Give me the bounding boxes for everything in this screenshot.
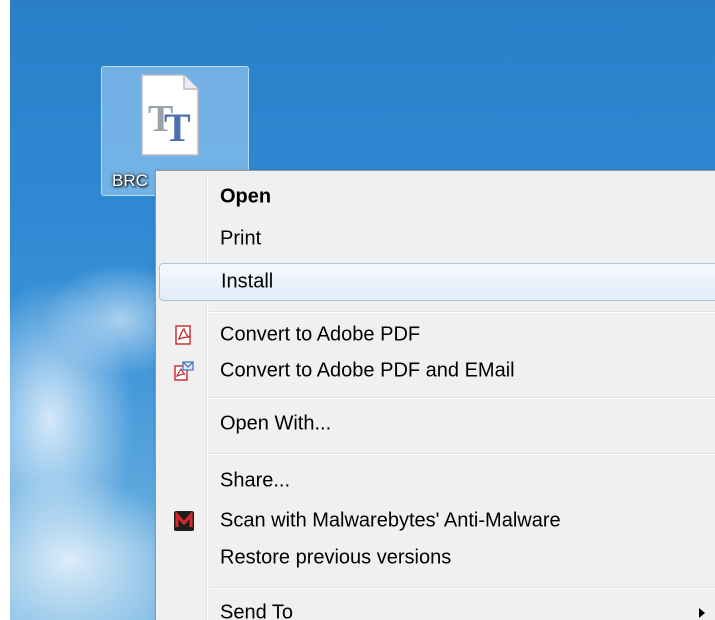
menu-item-label: Open With... xyxy=(220,412,332,435)
menu-item-label: Share... xyxy=(220,469,291,492)
desktop-background: T T BRC Open Print Install Convert to Ad… xyxy=(10,0,715,620)
context-menu: Open Print Install Convert to Adobe PDF … xyxy=(155,170,715,620)
menu-item-label: Install xyxy=(221,270,274,293)
truetype-font-file-icon: T T xyxy=(141,74,199,156)
menu-item-convert-to-adobe-pdf[interactable]: Convert to Adobe PDF xyxy=(159,317,715,353)
menu-item-label: Print xyxy=(220,227,262,250)
menu-separator xyxy=(210,311,715,313)
menu-item-scan-with-malwarebytes[interactable]: Scan with Malwarebytes' Anti-Malware xyxy=(159,503,715,539)
menu-separator xyxy=(210,453,715,455)
menu-separator xyxy=(210,397,715,399)
menu-item-share[interactable]: Share... xyxy=(159,463,715,499)
menu-item-print[interactable]: Print xyxy=(159,221,715,257)
menu-item-label: Scan with Malwarebytes' Anti-Malware xyxy=(220,509,561,532)
menu-item-label: Convert to Adobe PDF xyxy=(220,323,421,346)
menu-separator xyxy=(210,587,715,589)
menu-item-install[interactable]: Install xyxy=(159,263,715,301)
submenu-arrow-icon xyxy=(699,608,705,618)
menu-item-label: Restore previous versions xyxy=(220,546,452,569)
menu-item-restore-previous-versions[interactable]: Restore previous versions xyxy=(159,540,715,576)
menu-item-label: Convert to Adobe PDF and EMail xyxy=(220,359,515,382)
malwarebytes-icon xyxy=(174,511,194,531)
adobe-pdf-icon xyxy=(175,325,192,345)
menu-item-label: Open xyxy=(220,185,272,208)
menu-item-convert-to-adobe-pdf-and-email[interactable]: Convert to Adobe PDF and EMail xyxy=(159,353,715,389)
adobe-pdf-email-icon xyxy=(174,361,194,381)
menu-item-open[interactable]: Open xyxy=(159,179,715,215)
file-name-label: BRC xyxy=(112,171,148,190)
menu-item-send-to[interactable]: Send To xyxy=(159,595,715,620)
menu-item-open-with[interactable]: Open With... xyxy=(159,406,715,442)
svg-text:T: T xyxy=(164,105,191,150)
menu-item-label: Send To xyxy=(220,601,294,620)
